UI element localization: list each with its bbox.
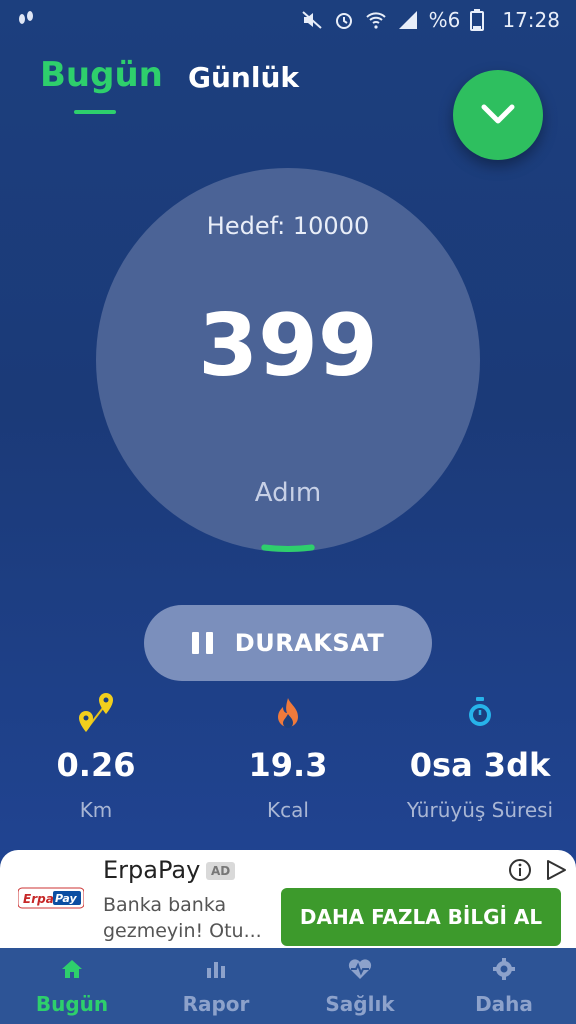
footsteps-icon	[16, 10, 36, 35]
calories-label: Kcal	[267, 798, 309, 822]
signal-icon	[397, 9, 419, 31]
flame-icon	[192, 690, 384, 736]
bar-chart-icon	[144, 956, 288, 982]
stats-row: 0.26 Km 19.3 Kcal 0sa 3dk Yürüyüş Süresi	[0, 690, 576, 840]
nav-item-today[interactable]: Bugün	[0, 956, 144, 1016]
home-icon	[0, 956, 144, 982]
tab-today[interactable]: Bugün	[40, 55, 163, 95]
step-unit: Adım	[254, 478, 322, 508]
nav-label-more: Daha	[475, 992, 533, 1016]
nav-item-report[interactable]: Rapor	[144, 956, 288, 1016]
nav-label-health: Sağlık	[325, 992, 395, 1016]
goal-text: Hedef: 10000	[206, 212, 370, 240]
step-count: 399	[198, 296, 378, 396]
info-icon[interactable]	[508, 858, 532, 882]
ad-banner[interactable]: Erpa Pay ErpaPay AD Banka banka gezmeyin…	[0, 850, 576, 948]
clock: 17:28	[502, 8, 560, 32]
pause-icon	[191, 632, 213, 654]
battery-percent: %6	[428, 8, 461, 32]
svg-text:Pay: Pay	[55, 892, 77, 905]
duration-label: Yürüyüş Süresi	[406, 798, 554, 822]
erpapay-logo: Erpa Pay	[18, 887, 84, 909]
heart-pulse-icon	[288, 956, 432, 982]
location-pins-icon	[0, 690, 192, 736]
chevron-down-icon	[481, 104, 515, 124]
distance-label: Km	[79, 798, 113, 822]
duration-value: 0sa 3dk	[409, 746, 551, 784]
mute-icon	[301, 9, 323, 31]
gear-icon	[432, 956, 576, 982]
nav-item-more[interactable]: Daha	[432, 956, 576, 1016]
progress-arc	[261, 544, 315, 552]
status-bar: %6 17:28	[0, 0, 576, 40]
bottom-nav: Bugün Rapor Sağlık Daha	[0, 948, 576, 1024]
battery-icon	[470, 9, 492, 31]
nav-item-health[interactable]: Sağlık	[288, 956, 432, 1016]
stat-distance: 0.26 Km	[0, 690, 192, 822]
tab-daily[interactable]: Günlük	[188, 61, 299, 94]
pause-button[interactable]: DURAKSAT	[144, 605, 432, 681]
alarm-icon	[333, 9, 355, 31]
ad-choices-icon[interactable]	[544, 858, 568, 882]
wifi-icon	[365, 9, 387, 31]
tab-active-indicator	[74, 110, 116, 114]
ad-description: Banka banka gezmeyin! Otu...	[103, 894, 262, 942]
nav-label-today: Bugün	[35, 992, 109, 1016]
expand-button[interactable]	[453, 70, 543, 160]
distance-value: 0.26	[56, 746, 136, 784]
step-counter: Hedef: 10000 399 Adım	[96, 168, 480, 552]
ad-cta-button[interactable]: DAHA FAZLA BİLGİ AL	[281, 888, 561, 946]
calories-value: 19.3	[248, 746, 328, 784]
stat-calories: 19.3 Kcal	[192, 690, 384, 822]
ad-badge: AD	[206, 862, 236, 880]
stat-duration: 0sa 3dk Yürüyüş Süresi	[384, 690, 576, 822]
ad-title: ErpaPay	[103, 856, 201, 884]
stopwatch-icon	[384, 690, 576, 736]
svg-text:Erpa: Erpa	[23, 892, 54, 906]
nav-label-report: Rapor	[182, 992, 250, 1016]
pause-button-label: DURAKSAT	[234, 629, 385, 657]
